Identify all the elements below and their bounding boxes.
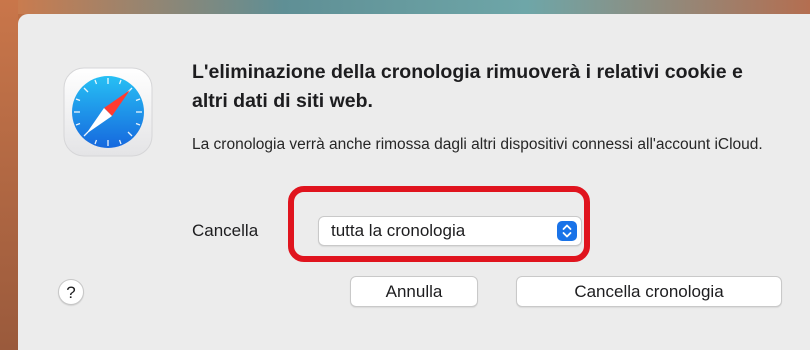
- clear-range-label: Cancella: [192, 221, 259, 240]
- desktop-background-top: [0, 0, 810, 14]
- help-button[interactable]: ?: [58, 279, 84, 305]
- desktop-background-left: [0, 0, 18, 350]
- clear-history-dialog: L'eliminazione della cronologia rimuover…: [18, 14, 810, 350]
- clear-history-button[interactable]: Cancella cronologia: [516, 276, 782, 307]
- dialog-title: L'eliminazione della cronologia rimuover…: [192, 61, 743, 112]
- safari-compass-icon: [62, 66, 154, 158]
- dialog-message: La cronologia verrà anche rimossa dagli …: [192, 136, 763, 153]
- safari-compass-icon-graphic: [63, 67, 153, 157]
- cancel-button[interactable]: Annulla: [350, 276, 478, 307]
- annotation-highlight-box: [288, 186, 590, 262]
